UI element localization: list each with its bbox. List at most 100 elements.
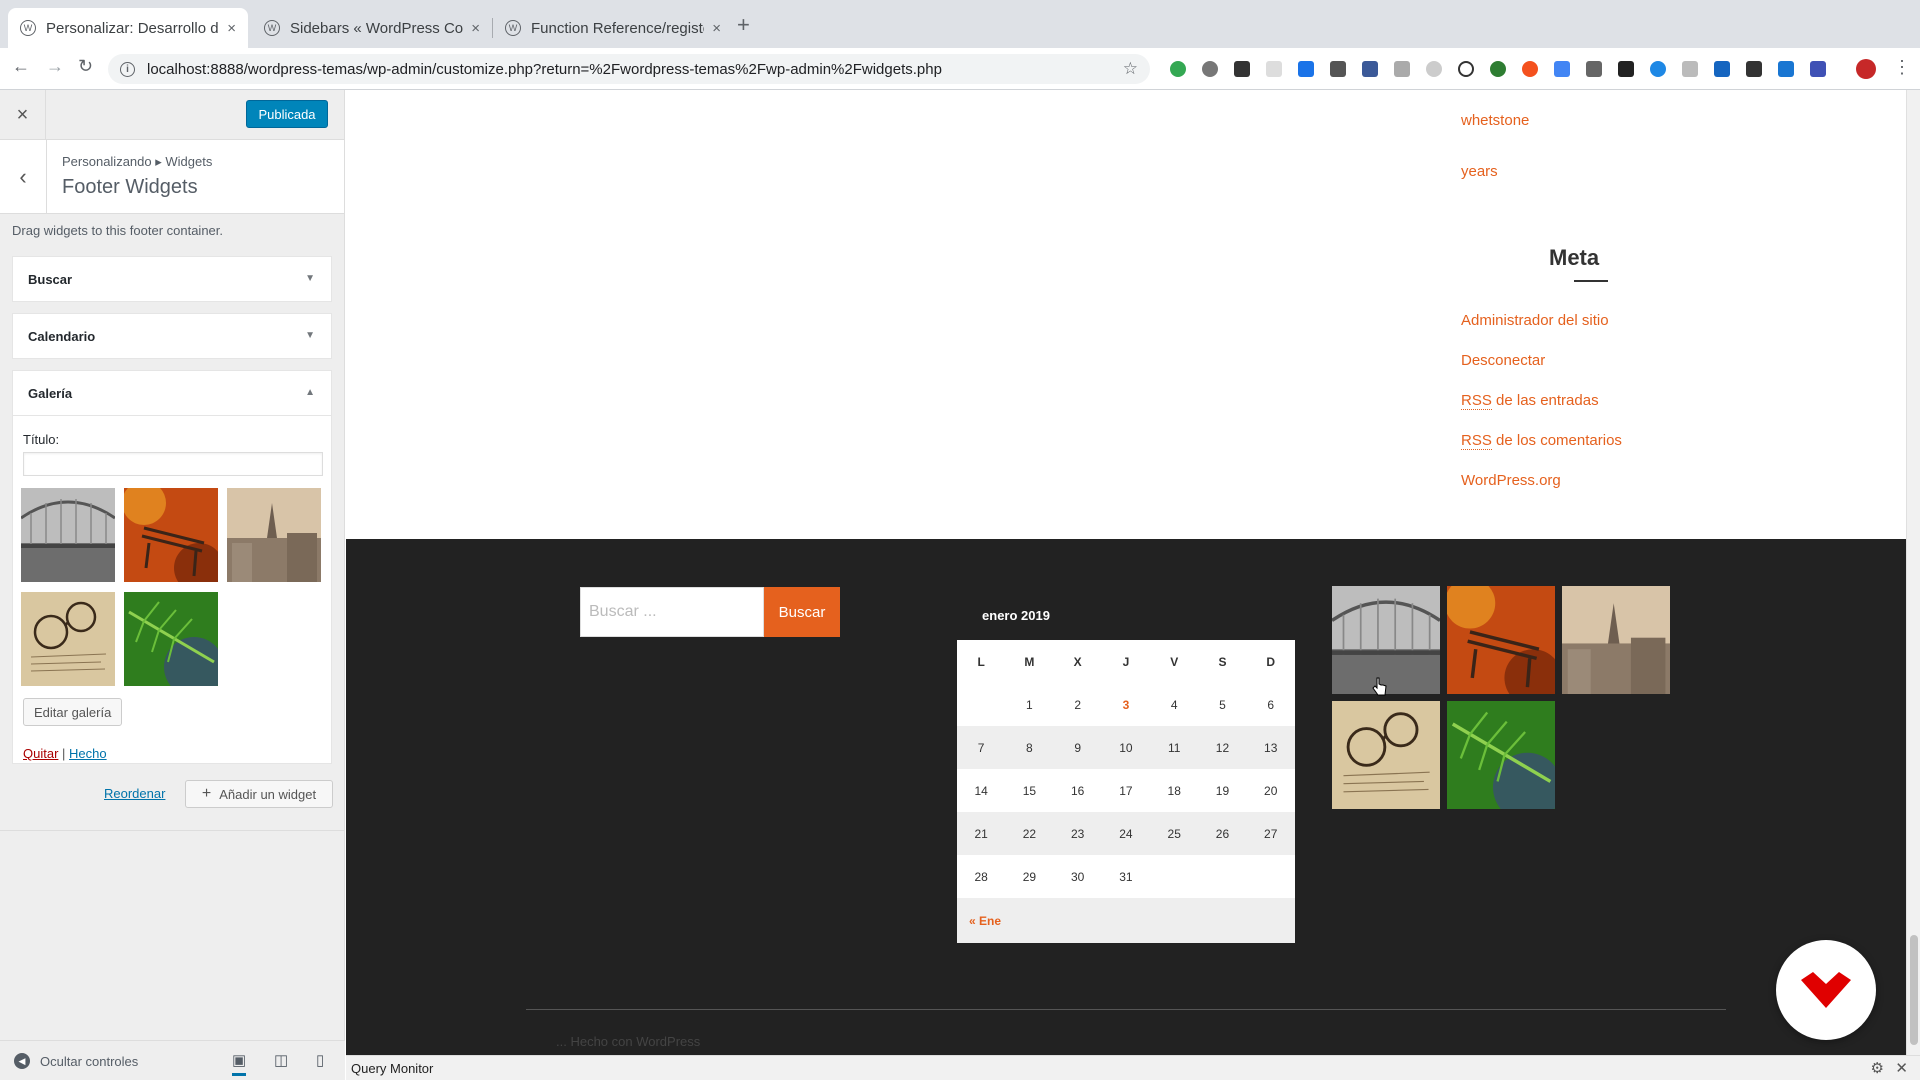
browser-tab-sidebars-codex[interactable]: W Sidebars « WordPress Codex × (252, 8, 492, 48)
close-icon[interactable]: ✕ (1895, 1059, 1908, 1077)
floating-logo-button[interactable] (1776, 940, 1876, 1040)
calendar-day: 12 (1215, 740, 1230, 755)
calendar-day: 5 (1219, 697, 1226, 712)
back-chevron-icon[interactable]: ‹ (0, 140, 47, 214)
mobile-preview-icon[interactable]: ▯ (316, 1051, 324, 1069)
url-input[interactable]: i localhost:8888/wordpress-temas/wp-admi… (108, 54, 1150, 84)
reload-icon[interactable]: ↻ (78, 56, 93, 77)
extension-icon[interactable] (1650, 61, 1666, 77)
extension-icon[interactable] (1746, 61, 1762, 77)
browser-menu-icon[interactable]: ⋮ (1893, 57, 1911, 78)
camera-extension-icon[interactable] (1586, 61, 1602, 77)
calendar-day (1198, 855, 1246, 898)
profile-avatar[interactable] (1856, 59, 1876, 79)
extension-icon[interactable] (1490, 61, 1506, 77)
meta-link-rss-entries[interactable]: RSS de las entradas (1461, 392, 1599, 410)
close-customizer-icon[interactable]: × (0, 90, 46, 140)
collapse-arrow-icon[interactable]: ▲ (305, 387, 315, 398)
info-icon[interactable]: i (120, 61, 135, 77)
calendar-day-header: M (1024, 654, 1035, 669)
add-widget-button[interactable]: + Añadir un widget (185, 780, 333, 808)
plus-icon: + (201, 785, 212, 802)
gallery-thumb-bench[interactable] (124, 488, 218, 582)
gear-icon[interactable]: ⚙ (1871, 1059, 1884, 1077)
site-preview: whetstone years Meta Administrador del s… (346, 90, 1906, 1055)
gallery-thumb-city[interactable] (227, 488, 321, 582)
browser-tab-function-reference[interactable]: W Function Reference/register si × (493, 8, 733, 48)
preview-scrollbar[interactable] (1906, 90, 1920, 1055)
gallery-thumb-leaf[interactable] (124, 592, 218, 686)
tag-link[interactable]: years (1461, 163, 1498, 180)
extension-icon[interactable] (1202, 61, 1218, 77)
extension-icon[interactable] (1682, 61, 1698, 77)
extension-icon[interactable] (1458, 61, 1474, 77)
drive-extension-icon[interactable] (1554, 61, 1570, 77)
calendar-day: 31 (1119, 869, 1133, 884)
calendar-day: 17 (1119, 783, 1133, 798)
tab-close-icon[interactable]: × (227, 20, 236, 37)
calendar-day: 23 (1070, 826, 1085, 841)
edit-gallery-button[interactable]: Editar galería (23, 698, 123, 726)
gallery-title-input[interactable] (23, 452, 323, 476)
widget-title-bar[interactable]: Buscar ▼ (13, 257, 331, 301)
extension-icon[interactable] (1330, 61, 1346, 77)
calendar-day: 10 (1119, 740, 1133, 755)
publish-button[interactable]: Publicada (246, 100, 328, 128)
extension-icon[interactable] (1522, 61, 1538, 77)
footer-gallery-thumb-leaf[interactable] (1447, 701, 1555, 809)
extension-icon[interactable] (1778, 61, 1794, 77)
remove-widget-link[interactable]: Quitar (23, 746, 58, 761)
gallery-thumb-bridge[interactable] (21, 488, 115, 582)
extension-icon[interactable] (1426, 61, 1442, 77)
pocket-extension-icon[interactable] (1234, 61, 1250, 77)
meta-link-admin[interactable]: Administrador del sitio (1461, 312, 1609, 329)
grammarly-extension-icon[interactable] (1170, 61, 1186, 77)
scrollbar-thumb[interactable] (1910, 935, 1918, 1045)
extension-icon[interactable] (1618, 61, 1634, 77)
back-arrow-icon[interactable]: ← (12, 56, 30, 77)
bookmark-star-icon[interactable]: ☆ (1123, 59, 1138, 79)
extension-icon[interactable] (1298, 61, 1314, 77)
tab-close-icon[interactable]: × (471, 20, 480, 37)
rss-abbr: RSS (1461, 432, 1492, 450)
tag-link[interactable]: whetstone (1461, 112, 1529, 129)
desktop-preview-icon[interactable]: ▣ (232, 1051, 247, 1076)
expand-arrow-icon[interactable]: ▼ (305, 330, 315, 341)
meta-link-wordpress-org[interactable]: WordPress.org (1461, 472, 1561, 489)
widget-title-bar[interactable]: Calendario ▼ (13, 314, 331, 358)
tab-close-icon[interactable]: × (712, 20, 721, 37)
zotero-extension-icon[interactable] (1362, 61, 1378, 77)
reorder-link[interactable]: Reordenar (104, 786, 165, 801)
extension-icon[interactable] (1810, 61, 1826, 77)
done-widget-link[interactable]: Hecho (69, 746, 107, 761)
calendar-day: 11 (1167, 740, 1181, 755)
query-monitor-label[interactable]: Query Monitor (351, 1061, 433, 1076)
calendar-day: 14 (974, 783, 988, 798)
extension-icon[interactable] (1714, 61, 1730, 77)
widget-buscar[interactable]: Buscar ▼ (12, 256, 332, 302)
footer-gallery-thumb-bench[interactable] (1447, 586, 1555, 694)
forward-arrow-icon[interactable]: → (46, 56, 64, 77)
tablet-preview-icon[interactable]: ◫ (274, 1051, 288, 1069)
calendar-day: 22 (1022, 826, 1037, 841)
footer-gallery-thumb-glasses[interactable] (1332, 701, 1440, 809)
footer-gallery-thumb-city[interactable] (1562, 586, 1670, 694)
meta-link-logout[interactable]: Desconectar (1461, 352, 1545, 369)
widget-calendario[interactable]: Calendario ▼ (12, 313, 332, 359)
expand-arrow-icon[interactable]: ▼ (305, 273, 315, 284)
widget-title-bar[interactable]: Galería ▲ (13, 371, 331, 415)
meta-link-rss-comments[interactable]: RSS de los comentarios (1461, 432, 1622, 450)
calendar-week-row: 14 15 16 17 18 19 20 (957, 769, 1295, 812)
section-header: ‹ Personalizando ▸ Widgets Footer Widget… (0, 140, 344, 214)
extension-icon[interactable] (1394, 61, 1410, 77)
gallery-thumb-glasses[interactable] (21, 592, 115, 686)
collapse-controls-button[interactable]: ◀ Ocultar controles (14, 1053, 138, 1069)
new-tab-button[interactable]: + (737, 12, 750, 38)
calendar-prev-month-link[interactable]: « Ene (957, 898, 1295, 943)
footer-search-button[interactable]: Buscar (764, 587, 840, 637)
browser-tab-customizer[interactable]: W Personalizar: Desarrollo de Ter × (8, 8, 248, 48)
site-footer: Buscar ... Buscar enero 2019 L M X J V S… (346, 539, 1906, 1055)
calendar-day (1150, 855, 1198, 898)
extension-icon[interactable] (1266, 61, 1282, 77)
footer-search-input[interactable]: Buscar ... (580, 587, 764, 637)
